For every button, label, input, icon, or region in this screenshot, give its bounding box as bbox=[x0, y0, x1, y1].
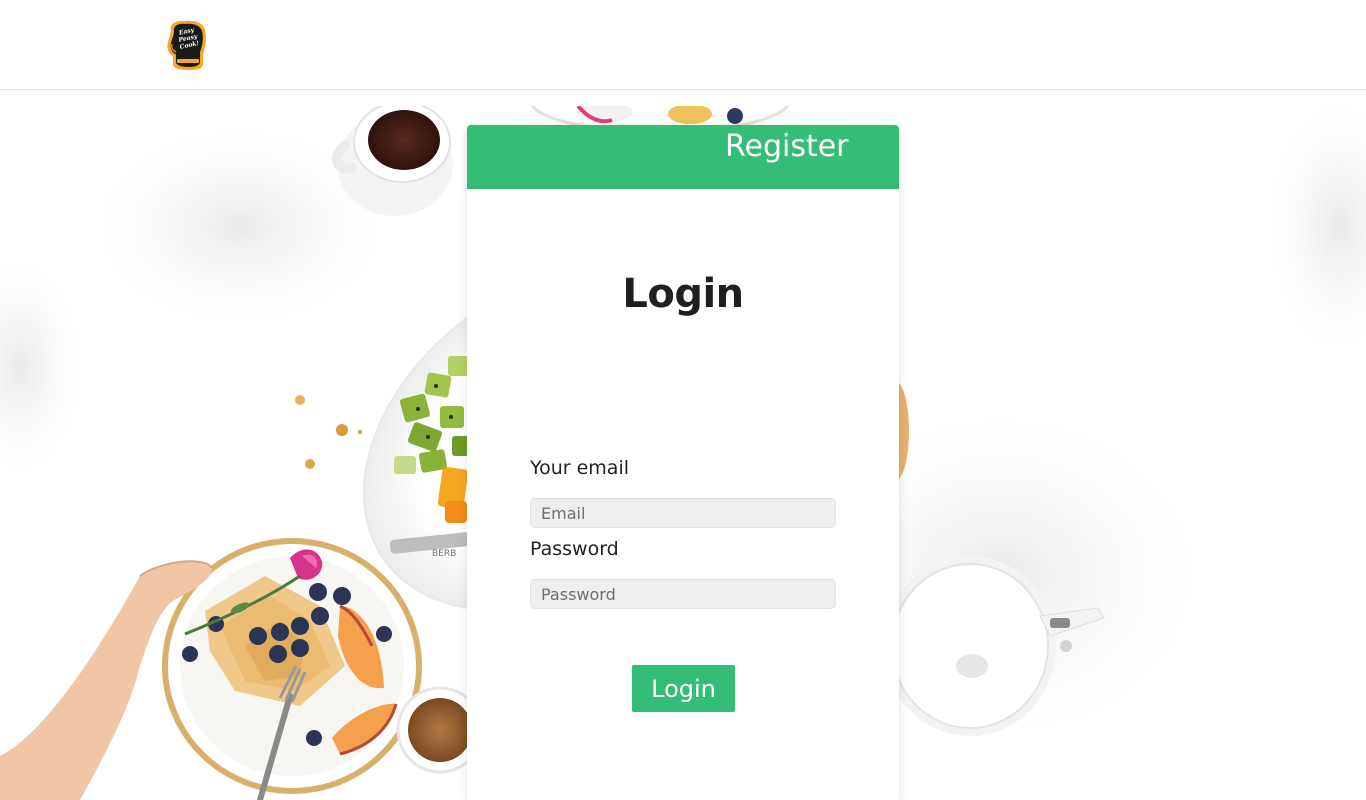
password-label: Password bbox=[530, 538, 619, 560]
login-card: Login Your email Password Login bbox=[467, 189, 899, 800]
email-field[interactable] bbox=[530, 498, 836, 528]
page-title: Login bbox=[622, 271, 744, 317]
register-link[interactable]: Register bbox=[725, 129, 849, 164]
site-logo[interactable]: Easy Peasy Cook! bbox=[163, 18, 213, 72]
password-field[interactable] bbox=[530, 579, 836, 609]
login-button[interactable]: Login bbox=[632, 665, 735, 712]
register-tab-bar: Register bbox=[467, 125, 899, 189]
email-label: Your email bbox=[530, 457, 629, 479]
site-header: Easy Peasy Cook! bbox=[0, 0, 1366, 90]
svg-text:BERB: BERB bbox=[432, 549, 456, 559]
